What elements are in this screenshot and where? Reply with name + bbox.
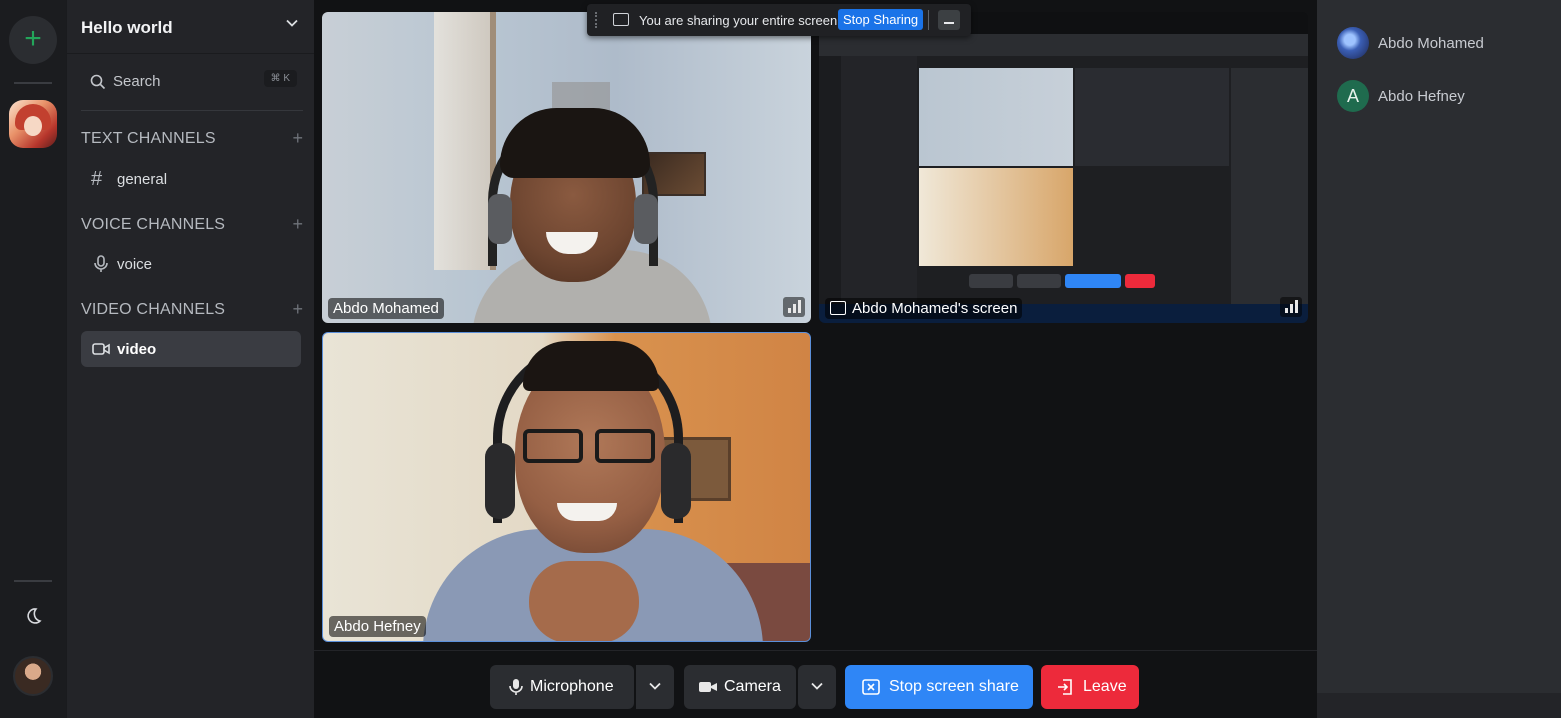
server-header[interactable]: Hello world <box>67 0 315 54</box>
add-channel-plus-icon[interactable]: + <box>292 214 303 235</box>
connection-quality-icon <box>1280 297 1302 317</box>
category-label: TEXT CHANNELS <box>81 130 216 147</box>
category-label: VOICE CHANNELS <box>81 216 226 233</box>
search-shortcut: ⌘ K <box>263 70 297 87</box>
video-camera-icon <box>699 682 717 692</box>
member-avatar: A <box>1337 80 1369 112</box>
stop-screen-share-label: Stop screen share <box>889 678 1019 695</box>
microphone-options-button[interactable] <box>636 665 674 709</box>
channel-name: video <box>117 341 157 358</box>
microphone-icon <box>509 679 523 695</box>
server-icon-hello-world[interactable] <box>9 100 57 148</box>
user-avatar[interactable] <box>13 656 53 696</box>
category-label: VIDEO CHANNELS <box>81 301 226 318</box>
leave-label: Leave <box>1083 678 1127 695</box>
server-name: Hello world <box>81 18 173 37</box>
category-text-channels[interactable]: TEXT CHANNELS + <box>81 128 303 152</box>
screen-share-icon <box>830 301 846 315</box>
plus-icon: + <box>24 22 42 55</box>
chevron-down-icon <box>649 682 661 690</box>
camera-button[interactable]: Camera <box>684 665 796 709</box>
chevron-down-icon <box>286 19 298 27</box>
server-rail: + <box>0 0 66 718</box>
channel-voice[interactable]: voice <box>81 246 301 282</box>
connection-quality-icon <box>783 297 805 317</box>
channel-general[interactable]: # general <box>81 161 301 197</box>
sharing-message: You are sharing your entire screen. <box>639 13 841 28</box>
add-channel-plus-icon[interactable]: + <box>292 299 303 320</box>
members-panel-footer <box>1317 693 1561 718</box>
member-name: Abdo Hefney <box>1378 88 1465 105</box>
stop-screen-share-icon <box>862 679 880 695</box>
member-item[interactable]: A Abdo Hefney <box>1337 80 1547 114</box>
microphone-icon <box>94 255 108 272</box>
stop-sharing-button[interactable]: Stop Sharing <box>838 9 924 30</box>
microphone-label: Microphone <box>530 678 614 695</box>
search-button[interactable]: Search ⌘ K <box>81 64 303 100</box>
divider <box>81 110 303 111</box>
channel-name: voice <box>117 256 153 273</box>
add-channel-plus-icon[interactable]: + <box>292 128 303 149</box>
video-camera-icon <box>92 343 110 355</box>
search-label: Search <box>113 73 161 90</box>
video-stage: Abdo Mohamed Abdo Mohamed's screen Abdo … <box>314 0 1317 650</box>
screen-share-label: Abdo Mohamed's screen <box>825 298 1023 319</box>
hash-icon: # <box>91 168 103 190</box>
member-name: Abdo Mohamed <box>1378 35 1484 52</box>
stop-screen-share-button[interactable]: Stop screen share <box>845 665 1033 709</box>
rail-divider <box>14 82 52 84</box>
shared-screen-content <box>819 34 1308 304</box>
screen-sharing-banner: You are sharing your entire screen. Stop… <box>587 4 971 36</box>
screen-share-tile[interactable]: Abdo Mohamed's screen <box>819 12 1308 323</box>
leave-icon <box>1058 679 1072 695</box>
drag-handle-icon[interactable] <box>595 12 597 28</box>
divider <box>928 10 929 30</box>
screen-share-icon <box>613 13 629 26</box>
member-item[interactable]: Abdo Mohamed <box>1337 27 1547 61</box>
microphone-button[interactable]: Microphone <box>490 665 634 709</box>
call-controls: Microphone Camera Stop screen share Leav… <box>314 650 1317 718</box>
members-panel: Abdo Mohamed A Abdo Hefney <box>1317 0 1561 693</box>
member-avatar <box>1337 27 1369 59</box>
category-voice-channels[interactable]: VOICE CHANNELS + <box>81 214 303 238</box>
participant-name: Abdo Mohamed <box>328 298 444 319</box>
search-icon <box>90 74 106 90</box>
rail-divider <box>14 580 52 582</box>
channel-video[interactable]: video <box>81 331 301 367</box>
category-video-channels[interactable]: VIDEO CHANNELS + <box>81 299 303 323</box>
add-server-button[interactable]: + <box>9 16 57 64</box>
channel-name: general <box>117 171 168 188</box>
participant-name: Abdo Hefney <box>329 616 426 637</box>
video-tile-abdo-mohamed[interactable]: Abdo Mohamed <box>322 12 811 323</box>
leave-call-button[interactable]: Leave <box>1041 665 1139 709</box>
theme-toggle-moon-icon[interactable] <box>20 606 46 632</box>
video-tile-abdo-hefney[interactable]: Abdo Hefney <box>322 332 811 642</box>
minimize-button[interactable] <box>938 10 960 30</box>
camera-options-button[interactable] <box>798 665 836 709</box>
app-window: + Hello world Search ⌘ K TEXT CHANNELS + <box>0 0 1561 718</box>
chevron-down-icon <box>811 682 823 690</box>
channel-sidebar: Hello world Search ⌘ K TEXT CHANNELS + #… <box>66 0 315 718</box>
screen-share-name: Abdo Mohamed's screen <box>852 300 1018 317</box>
camera-label: Camera <box>724 678 781 695</box>
